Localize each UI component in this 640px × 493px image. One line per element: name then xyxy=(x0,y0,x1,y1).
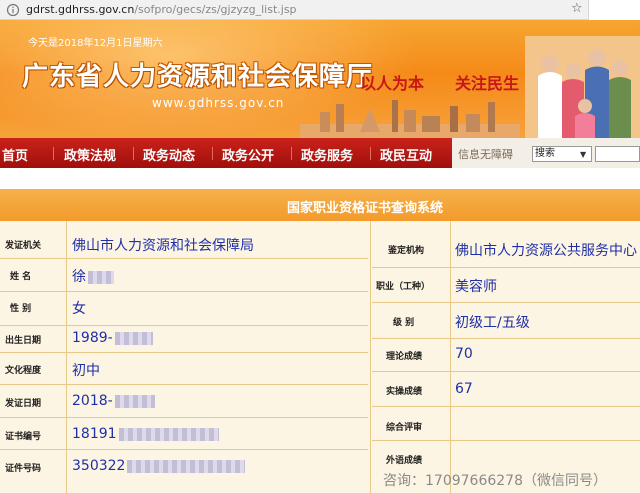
field-value-id-number: 350322 xyxy=(72,458,246,474)
name-visible: 徐 xyxy=(72,269,86,285)
cert-number-visible: 18191 xyxy=(72,426,117,442)
row-divider xyxy=(0,258,368,259)
field-value-practice-score: 67 xyxy=(455,381,473,397)
nav-item-home[interactable]: 首页 xyxy=(2,145,28,164)
field-label: 综合评审 xyxy=(386,423,423,433)
nav-item-interaction[interactable]: 政民互动 xyxy=(380,145,432,164)
nav-item-news[interactable]: 政务动态 xyxy=(143,145,195,164)
row-divider xyxy=(0,352,368,353)
row-divider xyxy=(372,302,640,303)
contact-watermark: 咨询：17097666278（微信同号） xyxy=(383,473,607,489)
id-number-visible: 350322 xyxy=(72,458,126,474)
field-label: 证件号码 xyxy=(5,464,42,474)
system-header: 国家职业资格证书查询系统 xyxy=(0,189,640,221)
masked-text xyxy=(88,270,114,284)
system-title: 国家职业资格证书查询系统 xyxy=(287,201,444,216)
row-divider xyxy=(372,371,640,372)
chevron-down-icon[interactable]: ▼ xyxy=(580,150,586,159)
field-value-birthdate: 1989- xyxy=(72,330,153,346)
search-input[interactable] xyxy=(595,146,640,162)
field-value-education: 初中 xyxy=(72,363,100,379)
family-photo-image xyxy=(525,36,640,138)
site-banner: 今天是2018年12月1日星期六 广东省人力资源和社会保障厅 www.gdhrs… xyxy=(0,20,640,138)
field-value-issuer: 佛山市人力资源和社会保障局 xyxy=(72,238,254,254)
row-divider xyxy=(0,417,368,418)
masked-text xyxy=(114,394,155,408)
issue-date-visible: 2018- xyxy=(72,393,113,409)
bookmark-star-icon[interactable]: ☆ xyxy=(571,1,583,16)
site-title: 广东省人力资源和社会保障厅 xyxy=(22,62,374,92)
masked-text xyxy=(114,331,153,345)
field-value-theory-score: 70 xyxy=(455,346,473,362)
field-label: 发证日期 xyxy=(5,399,42,409)
row-divider xyxy=(0,291,368,292)
field-label: 职业（工种） xyxy=(376,282,431,292)
field-label: 级 别 xyxy=(393,318,415,328)
certificate-results-table: 发证机关 佛山市人力资源和社会保障局 姓 名 徐 性 别 女 出生日期 1989… xyxy=(0,221,640,493)
column-divider xyxy=(370,221,371,493)
field-label: 证书编号 xyxy=(5,432,42,442)
nav-divider xyxy=(370,147,371,160)
field-label: 出生日期 xyxy=(5,336,42,346)
column-divider xyxy=(450,221,451,493)
main-nav: 首页 政策法规 政务动态 政务公开 政务服务 政民互动 信息无障碍 搜索 ▼ xyxy=(0,138,640,168)
nav-divider xyxy=(291,147,292,160)
banner-date: 今天是2018年12月1日星期六 xyxy=(28,38,163,49)
info-icon[interactable] xyxy=(6,3,20,17)
field-value-gender: 女 xyxy=(72,301,86,317)
field-value-assessment-org: 佛山市人力资源公共服务中心 xyxy=(455,243,637,259)
accessibility-link[interactable]: 信息无障碍 xyxy=(458,146,513,162)
nav-item-policy[interactable]: 政策法规 xyxy=(64,145,116,164)
nav-item-service[interactable]: 政务服务 xyxy=(301,145,353,164)
slogan-right: 关注民生 xyxy=(455,74,520,93)
field-label: 实操成绩 xyxy=(386,387,423,397)
row-divider xyxy=(0,449,368,450)
url-path: /sofpro/gecs/zs/gjzyzg_list.jsp xyxy=(134,3,297,16)
masked-text xyxy=(118,427,219,441)
field-label: 发证机关 xyxy=(5,241,42,251)
field-value-cert-number: 18191 xyxy=(72,426,219,442)
nav-divider xyxy=(53,147,54,160)
row-divider xyxy=(372,406,640,407)
birthdate-visible: 1989- xyxy=(72,330,113,346)
field-label: 性 别 xyxy=(10,304,32,314)
url-field[interactable]: gdrst.gdhrss.gov.cn/sofpro/gecs/zs/gjzyz… xyxy=(26,3,297,16)
field-value-level: 初级工/五级 xyxy=(455,315,530,331)
url-host: gdrst.gdhrss.gov.cn xyxy=(26,3,135,16)
field-label: 理论成绩 xyxy=(386,352,423,362)
row-divider xyxy=(372,338,640,339)
row-divider xyxy=(0,384,368,385)
field-value-name: 徐 xyxy=(72,266,114,286)
row-divider xyxy=(0,325,368,326)
browser-side-panel xyxy=(588,0,640,20)
row-divider xyxy=(372,267,640,268)
slogan-left: 以人为本 xyxy=(360,74,425,93)
field-value-issue-date: 2018- xyxy=(72,393,155,409)
browser-address-bar: gdrst.gdhrss.gov.cn/sofpro/gecs/zs/gjzyz… xyxy=(0,0,640,20)
field-label: 姓 名 xyxy=(10,272,32,282)
field-value-occupation: 美容师 xyxy=(455,279,497,295)
field-label: 鉴定机构 xyxy=(388,246,425,256)
column-divider xyxy=(66,221,67,493)
city-skyline-image xyxy=(300,100,520,138)
masked-text xyxy=(127,459,246,473)
nav-divider xyxy=(133,147,134,160)
row-divider xyxy=(372,440,640,441)
nav-divider xyxy=(212,147,213,160)
nav-item-open[interactable]: 政务公开 xyxy=(222,145,274,164)
site-url-text: www.gdhrss.gov.cn xyxy=(152,96,285,110)
field-label: 文化程度 xyxy=(5,366,42,376)
field-label: 外语成绩 xyxy=(386,456,423,466)
